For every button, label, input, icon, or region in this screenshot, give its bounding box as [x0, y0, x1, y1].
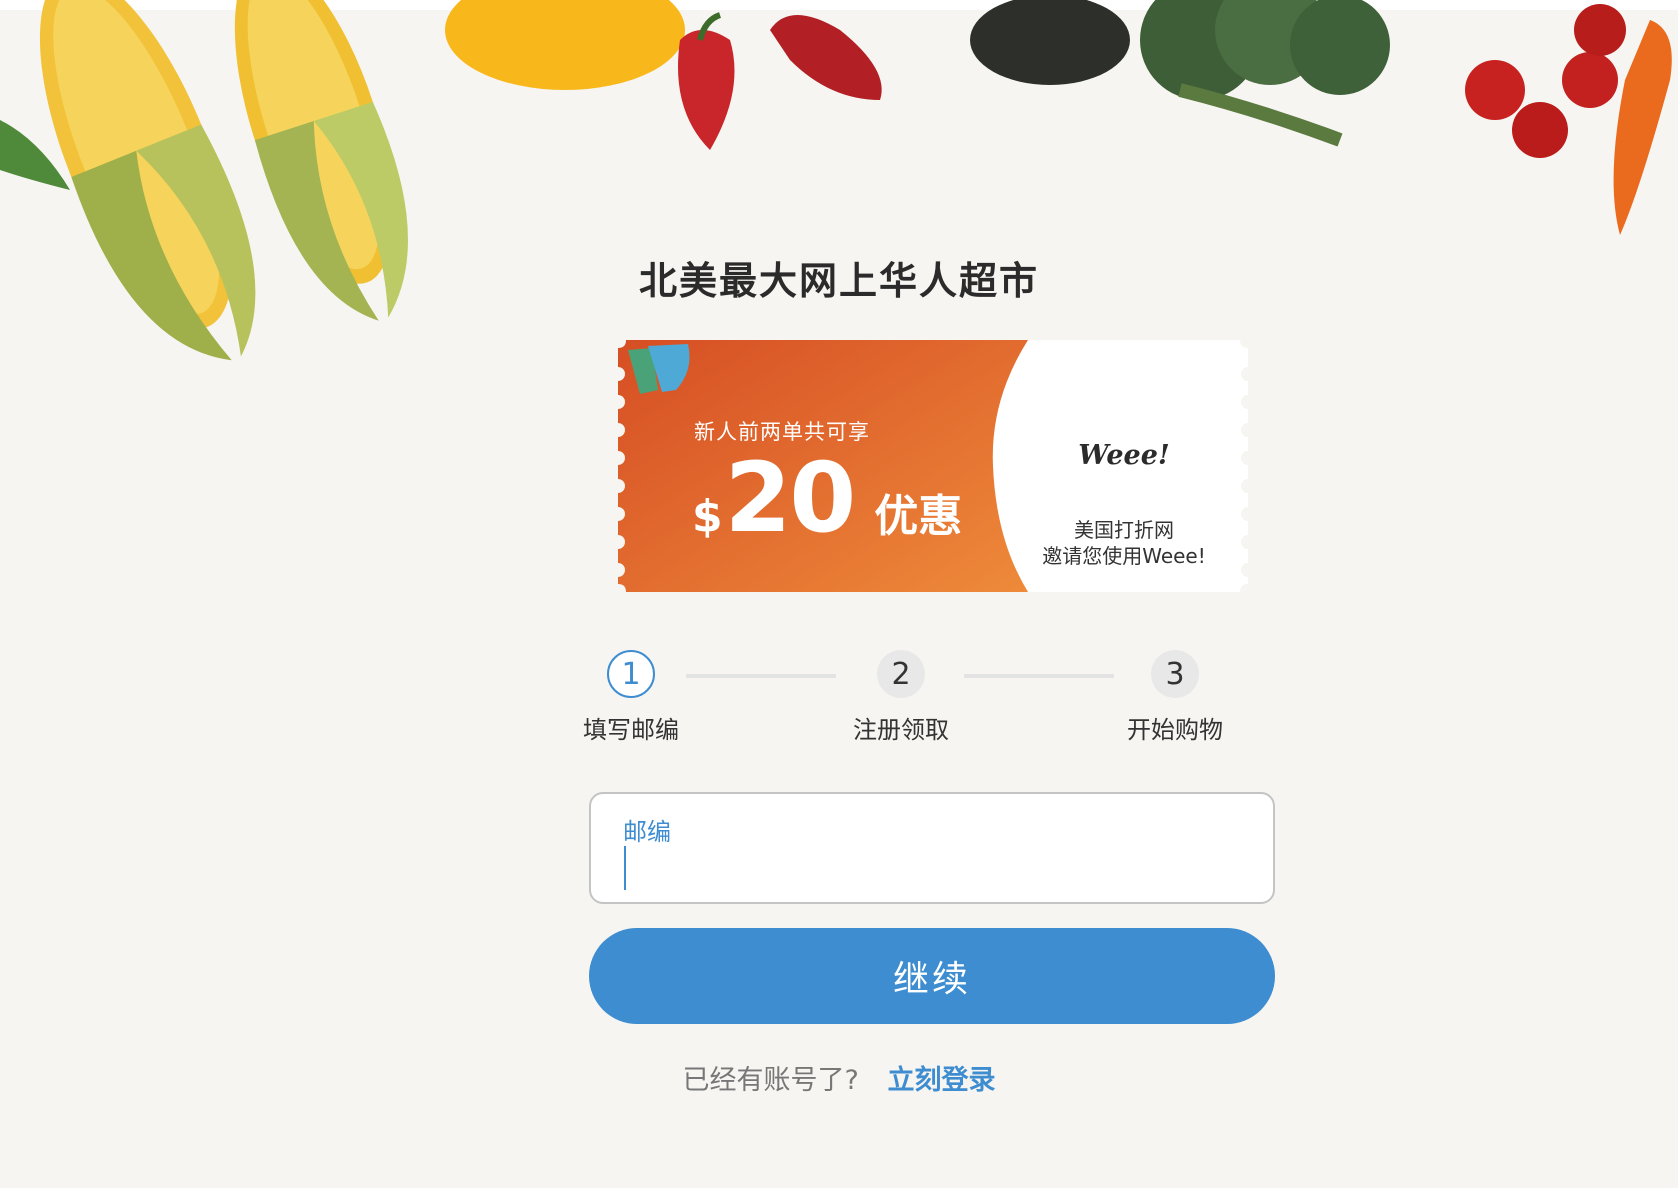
tomato-2 [1512, 102, 1568, 158]
brand-wordmark: Weee! [1078, 440, 1170, 471]
chili-stem [697, 12, 722, 41]
tomato-3 [1562, 52, 1618, 108]
zip-code-input[interactable] [621, 846, 1241, 890]
top-border [0, 0, 1678, 10]
zip-code-field[interactable]: 邮编 [589, 792, 1275, 904]
tomato-4 [1574, 4, 1626, 56]
step-2-number: 2 [877, 650, 925, 698]
page-headline: 北美最大网上华人超市 [638, 259, 1039, 303]
login-link[interactable]: 立刻登录 [887, 1065, 995, 1096]
zip-code-label: 邮编 [623, 818, 671, 846]
tomato-1 [1465, 60, 1525, 120]
step-connector-1 [686, 674, 836, 678]
vegetables-banner [0, 0, 1672, 361]
weee-logo-icon [628, 344, 690, 394]
step-3-label: 开始购物 [1127, 716, 1223, 744]
invite-line-2: 邀请您使用Weee! [1042, 544, 1206, 568]
invite-line-1: 美国打折网 [1074, 518, 1174, 542]
step-1: 1 填写邮编 [561, 650, 701, 745]
step-3-number: 3 [1151, 650, 1199, 698]
signup-steps: 1 填写邮编 2 注册领取 3 开始购物 [560, 650, 1223, 750]
step-2: 2 注册领取 [831, 650, 971, 745]
corn-left [39, 0, 256, 361]
step-1-label: 填写邮编 [583, 716, 679, 744]
yellow-pepper [445, 0, 685, 90]
login-prompt: 已经有账号了? 立刻登录 [0, 1058, 1678, 1097]
text-caret [624, 846, 626, 890]
continue-button[interactable]: 继续 [589, 928, 1275, 1024]
eggplant [970, 0, 1130, 85]
coupon-card: 新人前两单共可享 $ 20 优惠 Weee! 美国打折网 邀请您使用Weee! [618, 340, 1248, 592]
login-question: 已经有账号了? [682, 1065, 859, 1096]
leaf [0, 120, 70, 190]
coupon-value: 20 [724, 442, 857, 554]
carrot [1613, 20, 1672, 235]
coupon-currency: $ [692, 491, 723, 542]
chili-2 [770, 15, 882, 100]
broccoli [1140, 0, 1390, 147]
step-3: 3 开始购物 [1105, 650, 1245, 745]
coupon-amount: $ 20 优惠 [692, 450, 962, 546]
coupon-unit: 优惠 [874, 491, 963, 542]
chili-1 [678, 30, 735, 150]
step-1-number: 1 [607, 650, 655, 698]
step-2-label: 注册领取 [853, 716, 949, 744]
step-connector-2 [964, 674, 1114, 678]
